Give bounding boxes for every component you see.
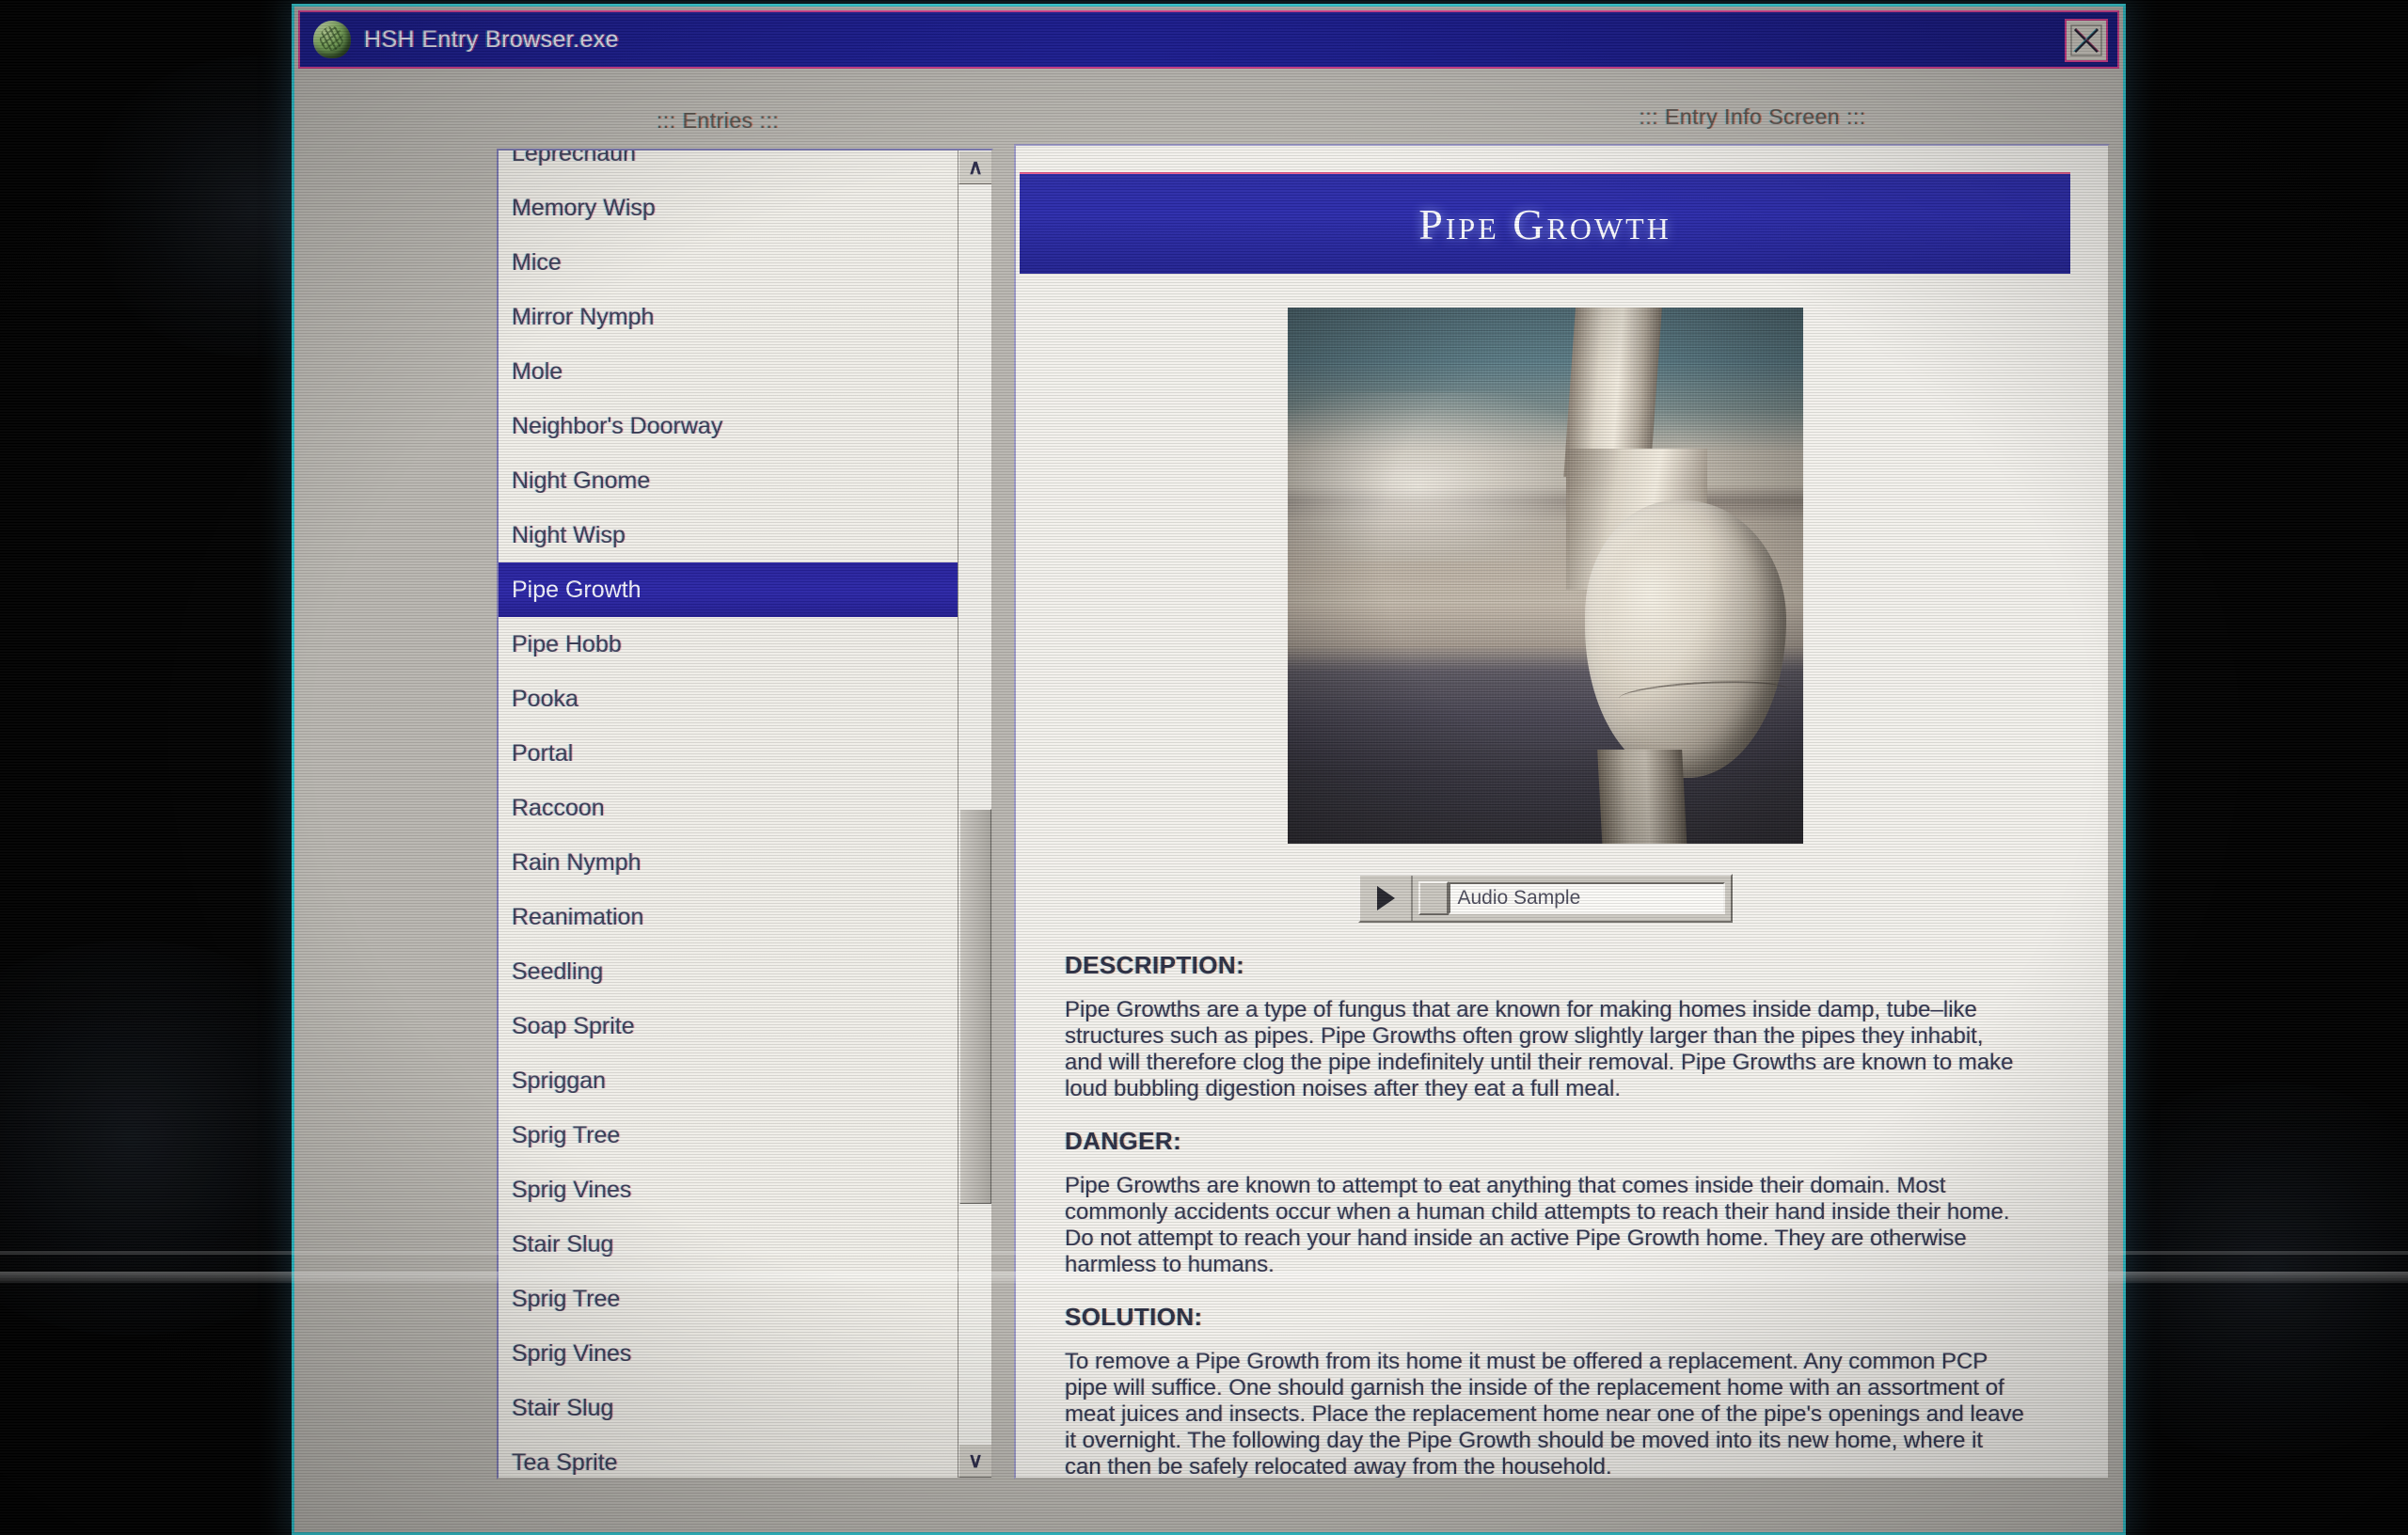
entry-list-item[interactable]: Soap Sprite	[499, 999, 959, 1053]
entry-list-item[interactable]: Sprig Tree	[499, 1272, 959, 1326]
close-icon	[2070, 24, 2102, 56]
entry-list-item[interactable]: Mole	[499, 344, 959, 399]
info-panel-heading: ::: Entry Info Screen :::	[1639, 104, 1866, 129]
entries-listbox[interactable]: Leprechaun Memory Wisp Mice Mirror Nymph Mol…	[497, 149, 993, 1480]
entry-list-item[interactable]: Leprechaun	[499, 150, 959, 181]
entry-list-item-selected[interactable]: Pipe Growth	[499, 562, 959, 617]
play-icon	[1376, 886, 1395, 910]
info-scrollbar[interactable]	[2124, 144, 2126, 1480]
entry-title-banner: Pipe Growth	[1020, 172, 2070, 274]
section-body: Pipe Growths are a type of fungus that a…	[1065, 997, 2014, 1101]
brain-icon	[313, 21, 351, 58]
window-title: HSH Entry Browser.exe	[364, 25, 619, 53]
entry-list-item[interactable]: Night Wisp	[499, 508, 959, 562]
audio-sample-label: Audio Sample	[1457, 887, 1581, 909]
entry-info-content: Pipe Growth Audio Sample DESCRIPTION: Pi…	[1016, 146, 2074, 1480]
entry-list-item[interactable]: Seedling	[499, 944, 959, 999]
entries-scrollbar-thumb[interactable]	[959, 809, 991, 1204]
entry-list-item[interactable]: Mice	[499, 235, 959, 290]
entry-list-item[interactable]: Memory Wisp	[499, 181, 959, 235]
crt-screen: HSH Entry Browser.exe ::: Entries ::: ::…	[0, 0, 2408, 1535]
entry-list-item[interactable]: Stair Slug	[499, 1381, 959, 1435]
play-button[interactable]	[1360, 876, 1413, 921]
entry-list-item[interactable]: Pooka	[499, 672, 959, 726]
chevron-up-icon: ∧	[967, 155, 984, 179]
section-heading: DANGER:	[1065, 1127, 1182, 1155]
entry-list-item[interactable]: Sprig Tree	[499, 1108, 959, 1163]
app-window: HSH Entry Browser.exe ::: Entries ::: ::…	[292, 4, 2126, 1535]
title-bar[interactable]: HSH Entry Browser.exe	[298, 10, 2119, 69]
entry-sections: DESCRIPTION: Pipe Growths are a type of f…	[1016, 923, 2074, 1480]
entry-list-item[interactable]: Pipe Hobb	[499, 617, 959, 672]
entry-list-item[interactable]: Raccoon	[499, 781, 959, 835]
entry-list-item[interactable]: Stair Slug	[499, 1217, 959, 1272]
entry-list-item[interactable]: Rain Nymph	[499, 835, 959, 890]
section-heading: SOLUTION:	[1065, 1303, 1203, 1331]
entry-list-item[interactable]: Portal	[499, 726, 959, 781]
scroll-up-button[interactable]: ∧	[958, 150, 991, 184]
entry-list-item[interactable]: Night Gnome	[499, 453, 959, 508]
entry-list-item[interactable]: Tea Sprite	[499, 1435, 959, 1478]
entries-list: Leprechaun Memory Wisp Mice Mirror Nymph Mol…	[499, 150, 959, 1478]
entry-list-item[interactable]: Reanimation	[499, 890, 959, 944]
entry-info-screen: Pipe Growth Audio Sample DESCRIPTION: Pi…	[1014, 144, 2110, 1480]
section-body: To remove a Pipe Growth from its home it…	[1065, 1349, 2024, 1480]
entry-list-item[interactable]: Neighbor's Doorway	[499, 399, 959, 453]
entry-title: Pipe Growth	[1418, 199, 1671, 248]
photo-vignette	[1287, 308, 1803, 844]
entry-photo-image	[1287, 308, 1803, 844]
entry-list-item[interactable]: Mirror Nymph	[499, 290, 959, 344]
audio-player[interactable]: Audio Sample	[1357, 874, 1733, 923]
entry-list-item[interactable]: Sprig Vines	[499, 1326, 959, 1381]
audio-track-area: Audio Sample	[1413, 876, 1731, 921]
section-heading: DESCRIPTION:	[1065, 951, 1245, 979]
scroll-down-button[interactable]: ∨	[958, 1444, 991, 1478]
window-body: ::: Entries ::: ::: Entry Info Screen ::…	[294, 69, 2123, 1532]
section-body: Pipe Growths are known to attempt to eat…	[1065, 1173, 2010, 1277]
entry-list-item[interactable]: Sprig Vines	[499, 1163, 959, 1217]
close-button[interactable]	[2065, 19, 2108, 62]
chevron-down-icon: ∨	[967, 1448, 984, 1472]
entry-list-item[interactable]: Spriggan	[499, 1053, 959, 1108]
entry-photo	[1287, 308, 1803, 844]
entries-scrollbar[interactable]: ∧ ∨	[958, 150, 991, 1478]
audio-track[interactable]: Audio Sample	[1448, 882, 1725, 914]
audio-scrubber-handle[interactable]	[1418, 881, 1449, 915]
entries-panel-heading: ::: Entries :::	[656, 108, 780, 133]
